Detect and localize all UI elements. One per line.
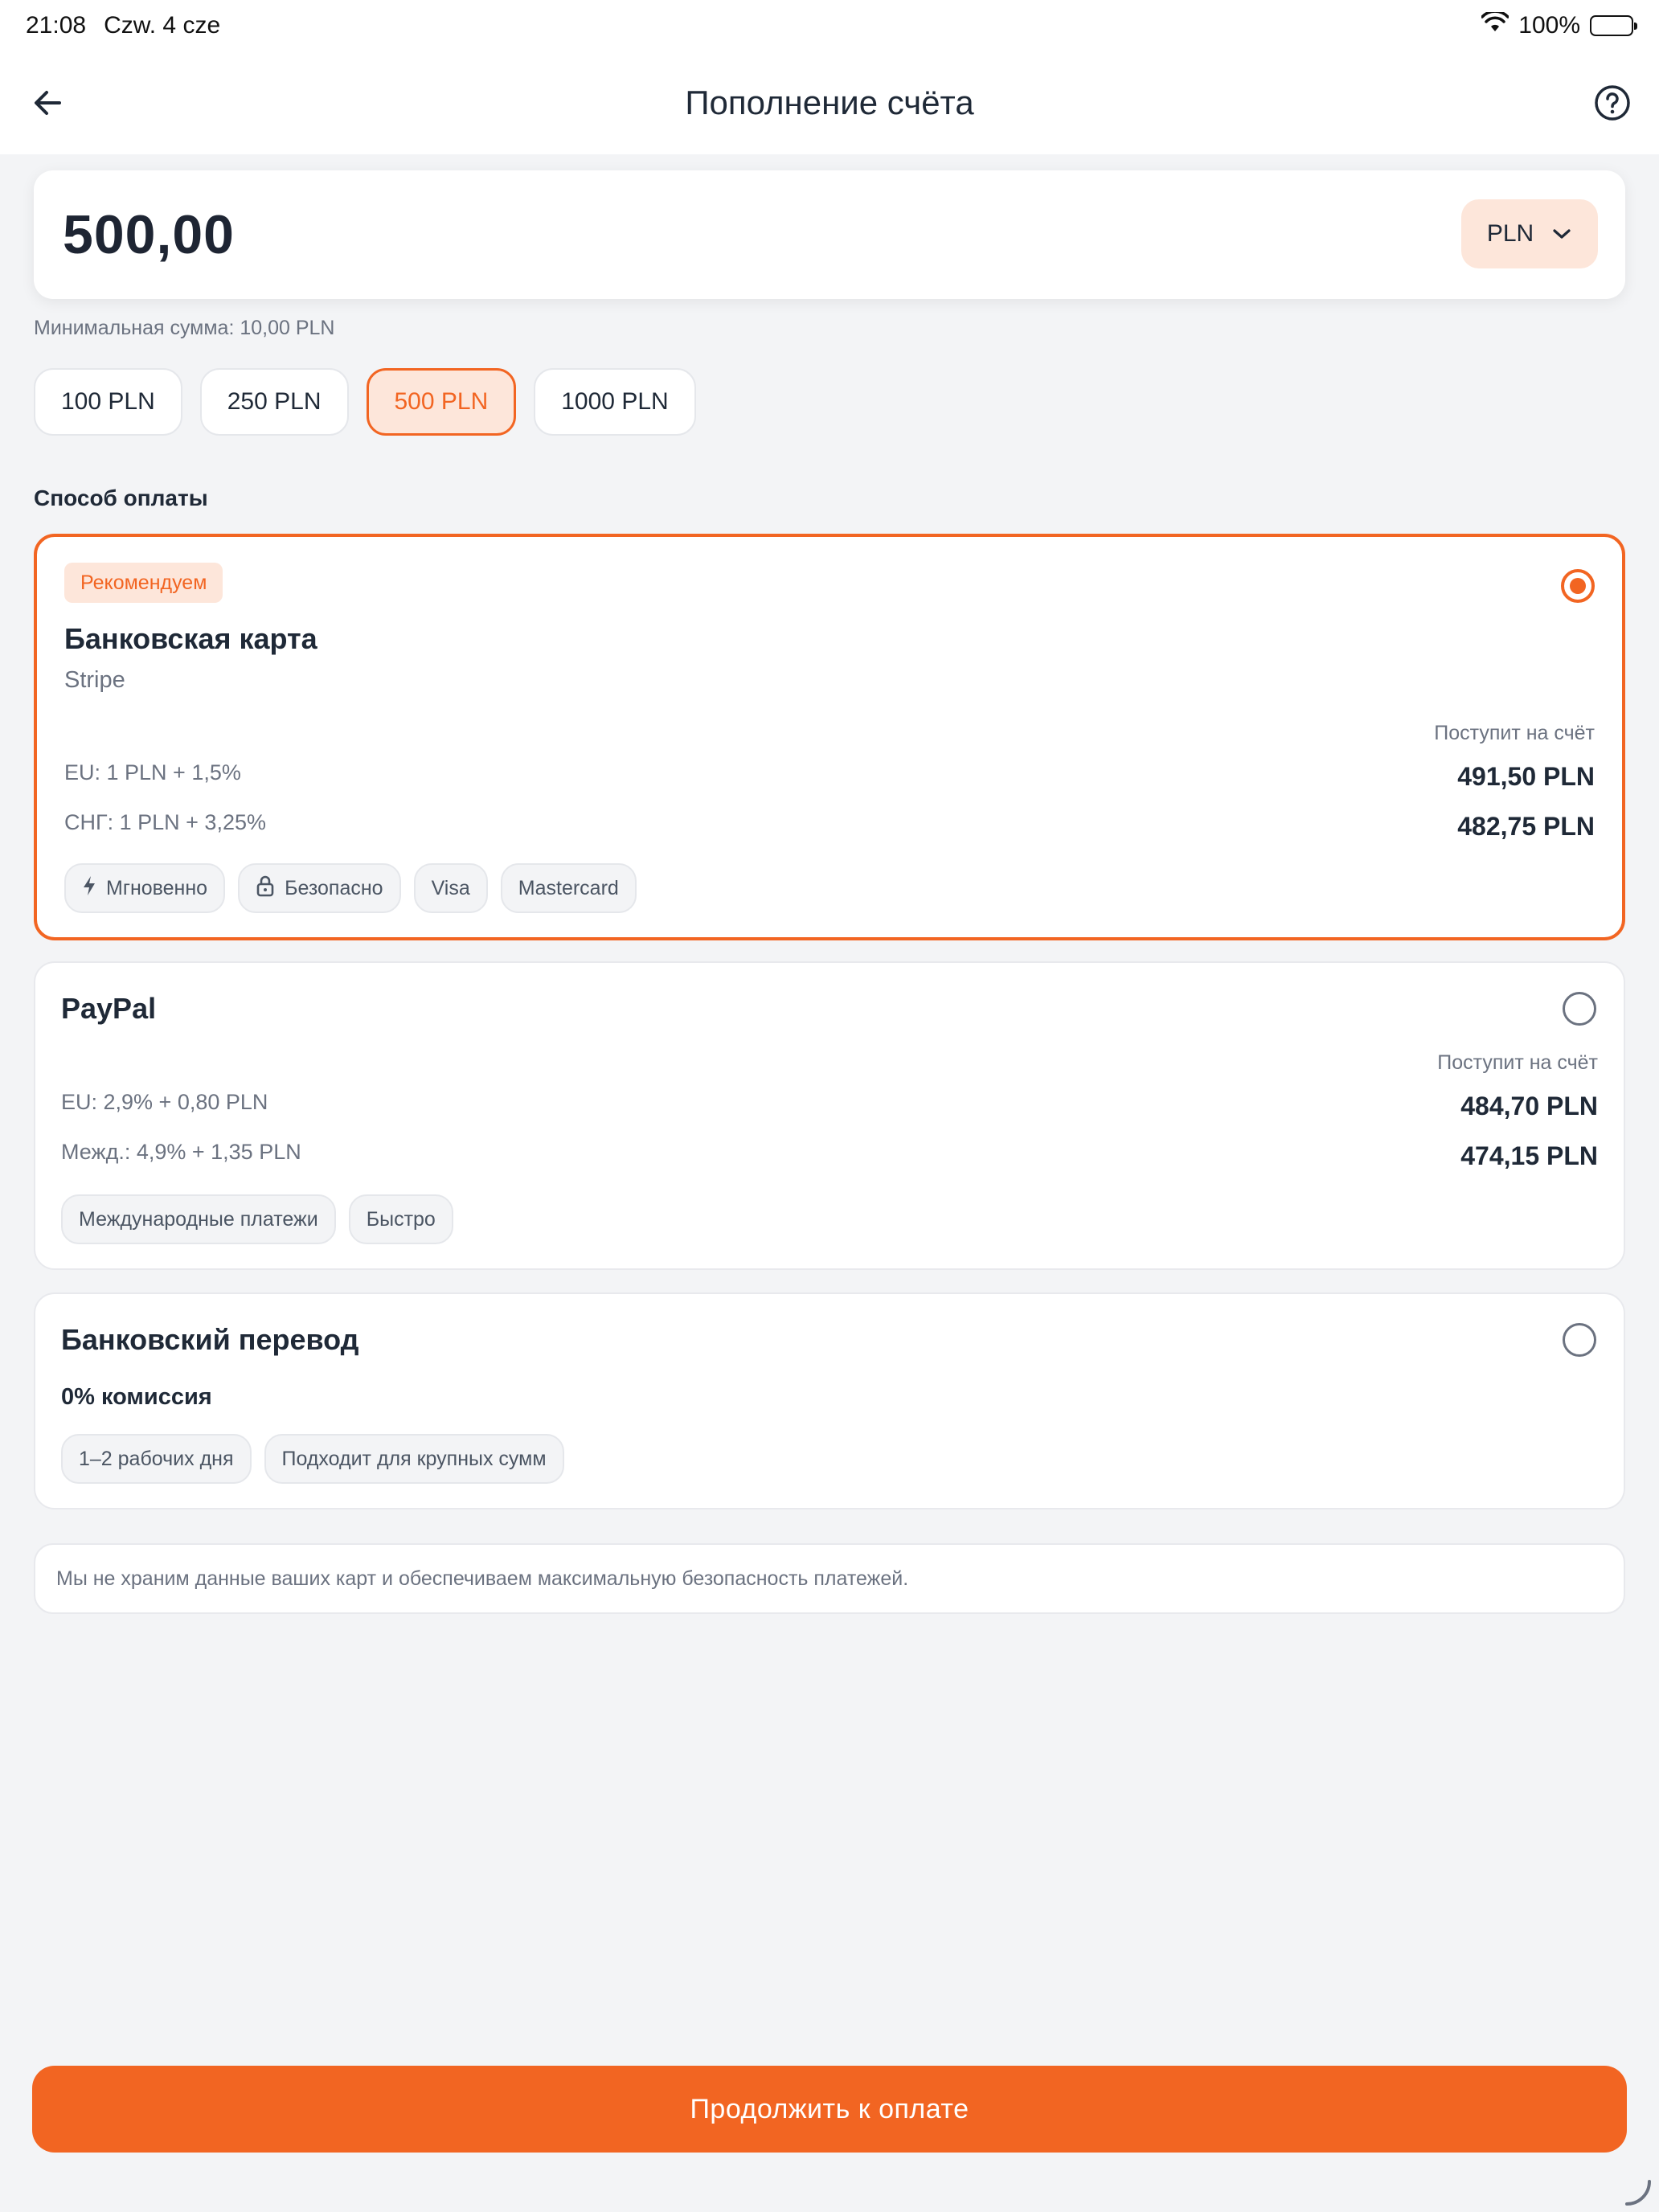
continue-to-payment-button[interactable]: Продолжить к оплате [32,2066,1627,2153]
radio-unselected[interactable] [1563,1323,1596,1357]
receive-amount: 484,70 PLN [1460,1092,1598,1120]
feature-tag: 1–2 рабочих дня [61,1434,252,1484]
feature-tag: Mastercard [500,863,637,913]
quick-amount-chips: 100 PLN 250 PLN 500 PLN 1000 PLN [34,368,696,436]
status-date: Czw. 4 cze [104,12,221,39]
payment-method-card[interactable]: Рекомендуем Банковская карта Stripe Пост… [34,534,1625,940]
quick-amount-chip[interactable]: 250 PLN [199,368,349,436]
method-title: Банковский перевод [61,1323,359,1356]
payment-method-card[interactable]: PayPal Поступит на счёт EU: 2,9% + 0,80 … [34,961,1625,1270]
status-bar: 21:08 Czw. 4 cze 100% [0,0,1659,51]
feature-tag: Безопасно [238,863,401,913]
battery-icon [1590,15,1637,36]
receive-amount: 491,50 PLN [1457,762,1595,791]
commission-label: 0% комиссия [61,1384,212,1410]
receive-label: Поступит на счёт [1437,1051,1598,1074]
fee-line: Межд.: 4,9% + 1,35 PLN [61,1140,301,1164]
page-title: Пополнение счёта [685,84,974,121]
fee-line: EU: 2,9% + 0,80 PLN [61,1090,268,1114]
feature-tag: Visa [413,863,488,913]
feature-tags: 1–2 рабочих дня Подходит для крупных сум… [61,1434,564,1484]
resize-handle-icon[interactable] [1624,2178,1653,2207]
min-amount-hint: Минимальная сумма: 10,00 PLN [34,317,335,339]
chevron-down-icon [1551,220,1572,248]
payment-method-card[interactable]: Банковский перевод 0% комиссия 1–2 рабоч… [34,1292,1625,1509]
receive-label: Поступит на счёт [1434,722,1595,744]
arrow-left-icon[interactable] [29,84,68,122]
receive-amount: 482,75 PLN [1457,812,1595,841]
radio-unselected[interactable] [1563,992,1596,1026]
lightning-icon [82,875,96,902]
feature-tags: Международные платежи Быстро [61,1194,453,1244]
method-provider: Stripe [64,667,125,693]
fee-line: СНГ: 1 PLN + 3,25% [64,810,266,834]
nav-bar: Пополнение счёта [0,51,1659,154]
battery-percent: 100% [1518,12,1580,39]
quick-amount-chip[interactable]: 100 PLN [34,368,182,436]
method-title: Банковская карта [64,622,317,655]
feature-tag: Мгновенно [64,863,226,913]
feature-tag: Подходит для крупных сумм [264,1434,564,1484]
question-circle-icon[interactable] [1593,84,1632,122]
fee-line: EU: 1 PLN + 1,5% [64,760,241,784]
feature-tag: Международные платежи [61,1194,336,1244]
amount-input-card[interactable]: 500,00 PLN [34,170,1625,299]
wifi-icon [1481,10,1510,39]
security-note-text: Мы не храним данные ваших карт и обеспеч… [56,1567,909,1590]
feature-tag: Быстро [348,1194,453,1244]
receive-amount: 474,15 PLN [1460,1141,1598,1170]
payment-method-heading: Способ оплаты [34,485,208,510]
amount-input[interactable]: 500,00 [63,203,235,266]
currency-label: PLN [1486,220,1534,247]
radio-selected[interactable] [1561,569,1595,603]
quick-amount-chip-selected[interactable]: 500 PLN [366,368,517,436]
security-note: Мы не храним данные ваших карт и обеспеч… [34,1543,1625,1614]
method-title: PayPal [61,992,157,1025]
recommended-badge: Рекомендуем [64,563,223,603]
feature-tags: Мгновенно Безопасно Visa Mastercard [64,863,637,913]
status-time: 21:08 [26,12,87,39]
quick-amount-chip[interactable]: 1000 PLN [534,368,696,436]
lock-icon [256,875,275,903]
currency-dropdown[interactable]: PLN [1461,199,1598,268]
